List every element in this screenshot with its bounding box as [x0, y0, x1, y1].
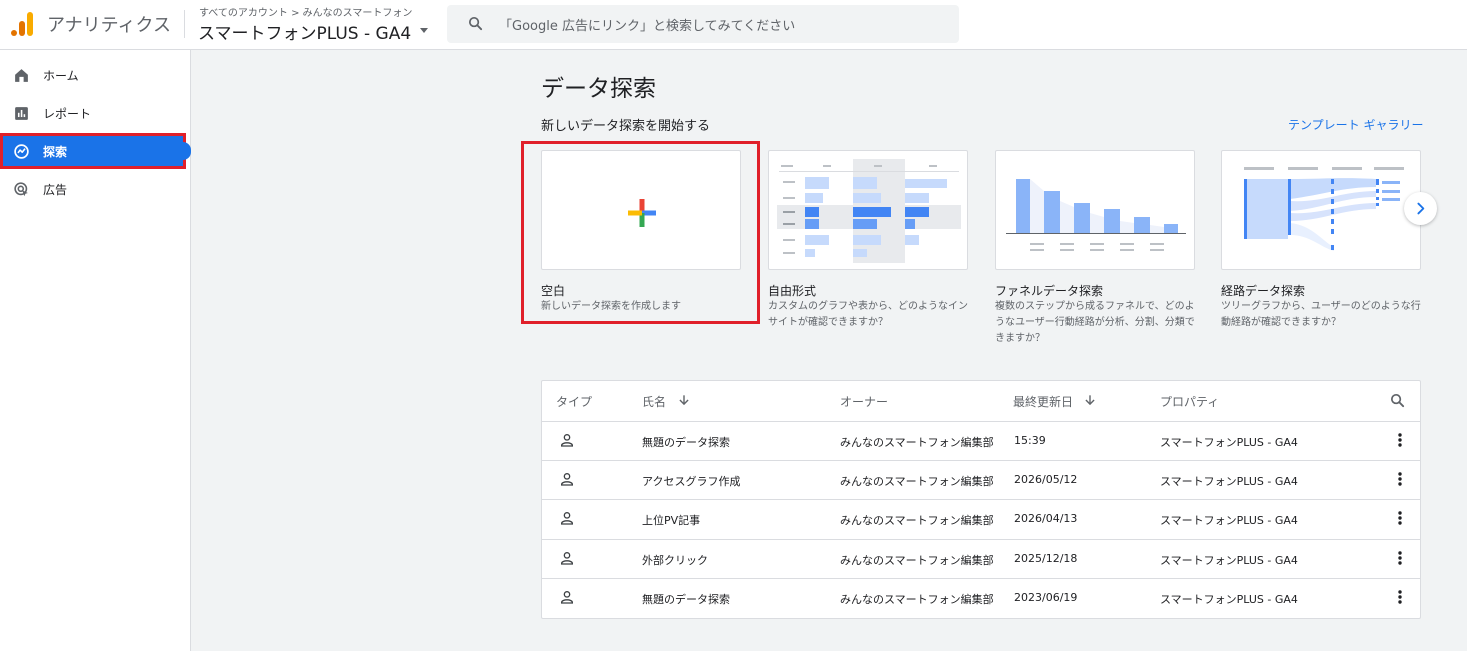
cell-name[interactable]: アクセスグラフ作成 [642, 473, 740, 489]
account-breadcrumb[interactable]: すべてのアカウント > みんなのスマートフォン [199, 4, 412, 19]
arrow-down-icon[interactable] [677, 393, 691, 407]
advertising-icon [14, 182, 28, 197]
template-description: ツリーグラフから、ユーザーのどのような行動経路が確認できますか？ [1221, 301, 1421, 328]
header-owner[interactable]: オーナー [840, 393, 888, 410]
cell-owner: みんなのスマートフォン編集部 [840, 554, 994, 567]
cell-name[interactable]: 外部クリック [642, 552, 708, 568]
cell-owner: みんなのスマートフォン編集部 [840, 436, 994, 449]
more-vert-icon[interactable] [1394, 550, 1406, 566]
cell-owner: みんなのスマートフォン編集部 [840, 593, 994, 606]
more-vert-icon[interactable] [1394, 432, 1406, 448]
carousel-next-button[interactable] [1404, 192, 1437, 225]
cell-last-modified: 2025/12/18 [1014, 552, 1078, 565]
header-divider [184, 10, 185, 38]
person-icon [561, 434, 573, 447]
template-description: 複数のステップから成るファネルで、どのようなユーザー行動経路が分析、分割、分類で… [995, 301, 1195, 344]
cell-name[interactable]: 無題のデータ探索 [642, 434, 730, 450]
cell-name[interactable]: 上位PV記事 [642, 512, 700, 528]
search-icon[interactable] [1389, 392, 1406, 409]
free-form-thumbnail [777, 159, 961, 263]
reports-icon [15, 107, 28, 120]
table-row[interactable]: アクセスグラフ作成 みんなのスマートフォン編集部 2026/05/12 スマート… [542, 460, 1420, 499]
nav-item-explore[interactable]: 探索 [0, 133, 186, 169]
blank-card-highlight [521, 141, 760, 324]
cell-name[interactable]: 無題のデータ探索 [642, 591, 730, 607]
template-card-funnel[interactable] [995, 150, 1195, 270]
header-last-modified[interactable]: 最終更新日 [1013, 393, 1073, 410]
more-vert-icon[interactable] [1394, 471, 1406, 487]
funnel-thumbnail [1006, 179, 1186, 251]
property-selector[interactable]: スマートフォンPLUS - GA4 [198, 19, 411, 44]
path-thumbnail [1244, 167, 1404, 251]
table-row[interactable]: 上位PV記事 みんなのスマートフォン編集部 2026/04/13 スマートフォン… [542, 499, 1420, 538]
nav-item-home[interactable]: ホーム [0, 57, 186, 93]
header-name[interactable]: 氏名 [642, 393, 666, 410]
home-icon [15, 69, 28, 82]
nav-item-advertising[interactable]: 広告 [0, 171, 186, 207]
page-title: データ探索 [541, 76, 656, 102]
search-placeholder: 「Google 広告にリンク」と検索してみてください [499, 19, 796, 34]
caret-down-icon[interactable] [420, 28, 428, 33]
nav-label: ホーム [43, 69, 79, 83]
nav-label: 探索 [43, 145, 68, 159]
chevron-right-icon [1417, 202, 1425, 215]
cell-last-modified: 2023/06/19 [1014, 591, 1078, 604]
more-vert-icon[interactable] [1394, 510, 1406, 526]
arrow-down-icon[interactable] [1083, 393, 1097, 407]
explorations-table: タイプ 氏名 オーナー 最終更新日 プロパティ 無題のデータ探索 みんなのスマー… [541, 380, 1421, 619]
cell-property: スマートフォンPLUS - GA4 [1160, 514, 1298, 527]
person-icon [561, 473, 573, 486]
header-type[interactable]: タイプ [556, 393, 592, 410]
cell-property: スマートフォンPLUS - GA4 [1160, 475, 1298, 488]
nav-label: レポート [43, 107, 92, 121]
cell-property: スマートフォンPLUS - GA4 [1160, 554, 1298, 567]
cell-owner: みんなのスマートフォン編集部 [840, 514, 994, 527]
nav-item-reports[interactable]: レポート [0, 95, 186, 131]
search-bar[interactable]: 「Google 広告にリンク」と検索してみてください [447, 5, 959, 43]
cell-owner: みんなのスマートフォン編集部 [840, 475, 994, 488]
template-gallery-link[interactable]: テンプレート ギャラリー [1288, 116, 1423, 133]
table-row[interactable]: 無題のデータ探索 みんなのスマートフォン編集部 15:39 スマートフォンPLU… [542, 421, 1420, 460]
explore-icon [14, 144, 29, 159]
section-subtitle: 新しいデータ探索を開始する [541, 119, 711, 134]
table-row[interactable]: 無題のデータ探索 みんなのスマートフォン編集部 2023/06/19 スマートフ… [542, 578, 1420, 617]
template-card-free-form[interactable] [768, 150, 968, 270]
top-bar: アナリティクス すべてのアカウント > みんなのスマートフォン スマートフォンP… [0, 0, 1467, 50]
analytics-logo-icon[interactable] [11, 12, 33, 36]
template-card-path[interactable] [1221, 150, 1421, 270]
template-title: 自由形式 [768, 284, 817, 298]
template-description: カスタムのグラフや表から、どのようなインサイトが確認できますか？ [768, 301, 968, 328]
more-vert-icon[interactable] [1394, 589, 1406, 605]
cell-last-modified: 2026/05/12 [1014, 473, 1078, 486]
cell-last-modified: 2026/04/13 [1014, 512, 1078, 525]
cell-last-modified: 15:39 [1014, 434, 1046, 447]
left-nav: ホーム レポート 探索 広告 [0, 50, 191, 651]
person-icon [561, 512, 573, 525]
nav-active-indicator [183, 142, 191, 160]
header-property[interactable]: プロパティ [1160, 393, 1219, 410]
template-title: 経路データ探索 [1221, 284, 1306, 298]
person-icon [561, 552, 573, 565]
search-icon [468, 16, 483, 31]
table-row[interactable]: 外部クリック みんなのスマートフォン編集部 2025/12/18 スマートフォン… [542, 539, 1420, 578]
nav-label: 広告 [43, 183, 68, 197]
template-title: ファネルデータ探索 [995, 284, 1104, 298]
person-icon [561, 591, 573, 604]
cell-property: スマートフォンPLUS - GA4 [1160, 593, 1298, 606]
app-name: アナリティクス [47, 15, 172, 36]
cell-property: スマートフォンPLUS - GA4 [1160, 436, 1298, 449]
